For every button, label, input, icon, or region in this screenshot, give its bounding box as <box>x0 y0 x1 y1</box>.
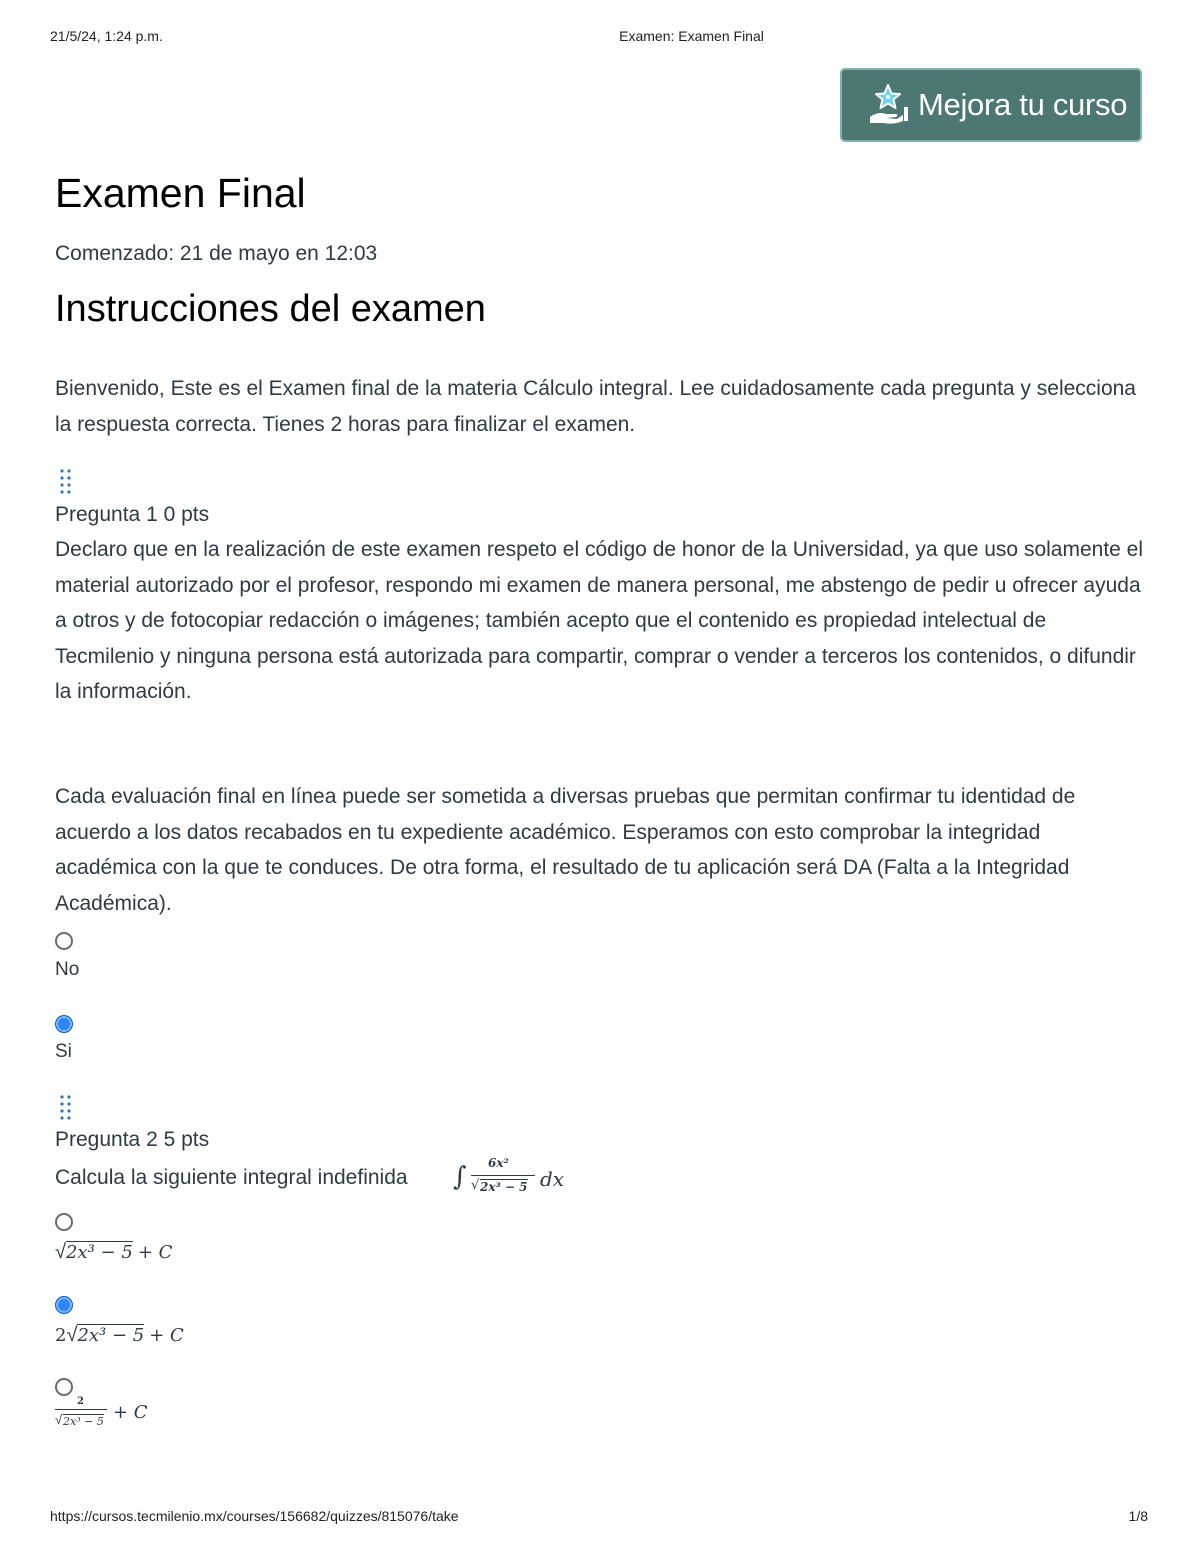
answer-b-radio[interactable] <box>55 1296 73 1314</box>
answer-si-label: Si <box>55 1041 72 1062</box>
page-url: https://cursos.tecmilenio.mx/courses/156… <box>50 1508 459 1524</box>
question-2-text: Calcula la siguiente integral indefinida <box>55 1166 408 1189</box>
instructions-heading: Instrucciones del examen <box>55 288 486 330</box>
answer-a-radio[interactable] <box>55 1213 73 1231</box>
improve-course-button[interactable]: Mejora tu curso <box>840 68 1142 142</box>
page-title: Examen Final <box>55 170 306 216</box>
integral-numerator: 6x² <box>488 1156 509 1170</box>
question-1-text: Declaro que en la realización de este ex… <box>55 538 1144 703</box>
question-1-header: Pregunta 1 0 pts <box>55 503 210 526</box>
question-2-header: Pregunta 2 5 pts <box>55 1128 210 1151</box>
page-number: 1/8 <box>1128 1508 1148 1524</box>
drag-handle-icon[interactable] <box>59 1094 73 1120</box>
answer-si-radio[interactable] <box>55 1015 73 1033</box>
question-1-text-2: Cada evaluación final en línea puede ser… <box>55 785 1076 915</box>
started-timestamp: Comenzado: 21 de mayo en 12:03 <box>55 242 378 265</box>
answer-c-radio[interactable] <box>55 1378 73 1396</box>
star-hand-icon <box>870 84 908 124</box>
improve-course-label: Mejora tu curso <box>918 87 1128 122</box>
print-title: Examen: Examen Final <box>619 28 764 44</box>
answer-b-expression: 2√2x³ − 5 + C <box>55 1324 184 1346</box>
instructions-text: Bienvenido, Este es el Examen final de l… <box>55 377 1136 436</box>
integral-expression: ∫ 6x² √ 2x³ − 5 dx <box>453 1156 565 1194</box>
drag-handle-icon[interactable] <box>59 468 73 494</box>
print-header: 21/5/24, 1:24 p.m. Examen: Examen Final <box>0 28 1200 48</box>
integral-differential: dx <box>540 1167 565 1191</box>
answer-c-expression: 2 √ 2x³ − 5 + C <box>55 1396 148 1428</box>
answer-a-expression: √2x³ − 5 + C <box>55 1241 173 1263</box>
integral-radicand: 2x³ − 5 <box>480 1179 528 1194</box>
answer-no-radio[interactable] <box>55 932 73 950</box>
answer-no-label: No <box>55 959 80 980</box>
